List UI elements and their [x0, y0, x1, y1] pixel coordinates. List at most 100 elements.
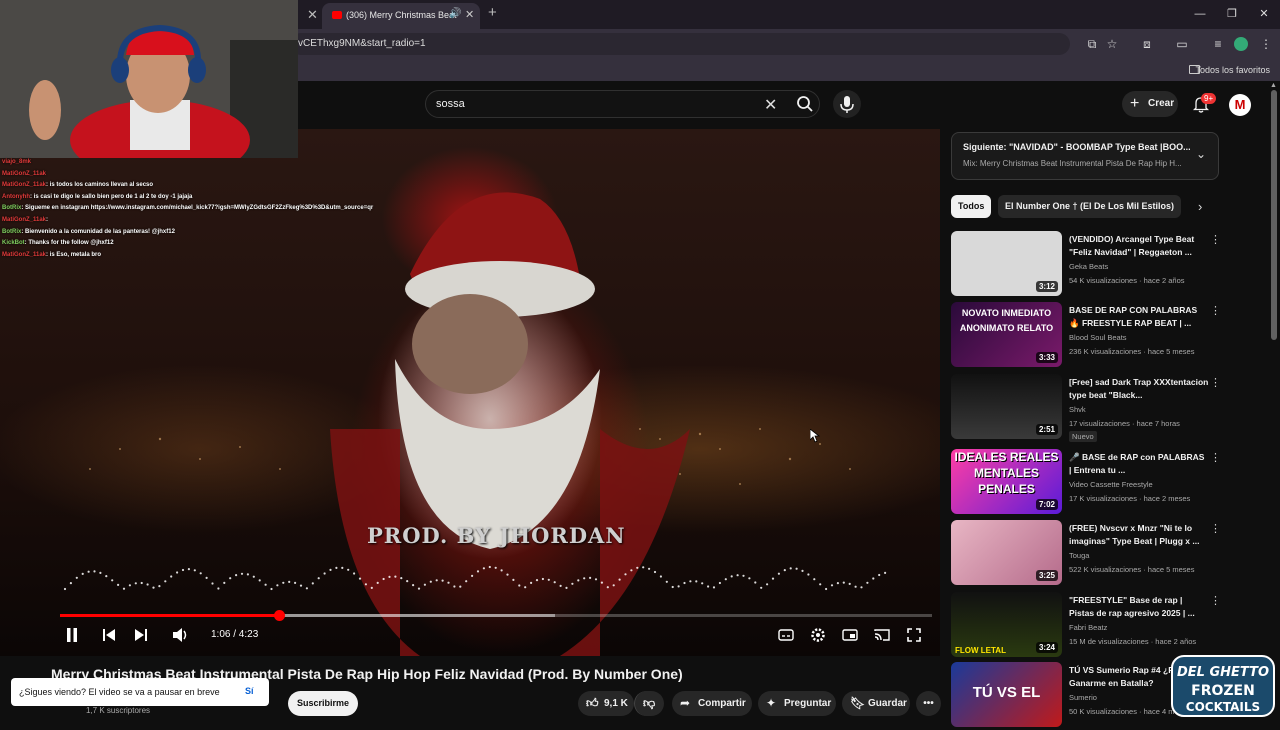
more-actions-button[interactable]: •••	[916, 691, 941, 716]
more-options-icon[interactable]: ⋮	[1210, 522, 1221, 535]
like-button[interactable]: 👍︎ 9,1 K	[578, 691, 634, 716]
recommendation-title[interactable]: (VENDIDO) Arcangel Type Beat "Feliz Navi…	[1069, 233, 1209, 259]
recommendation-item[interactable]: FLOW LETAL 3:24 "FREESTYLE" Base de rap | …	[951, 592, 1221, 660]
recommendation-channel[interactable]: Sumerio	[1069, 693, 1097, 702]
minimize-icon[interactable]: —	[1184, 0, 1216, 29]
chevron-right-icon[interactable]: ›	[1198, 199, 1202, 214]
up-next-title: Siguiente: "NAVIDAD" - BOOMBAP Type Beat…	[963, 142, 1191, 152]
toast-confirm-button[interactable]: Sí	[245, 686, 254, 696]
recommendation-item[interactable]: 2:51 [Free] sad Dark Trap XXXtentacion ty…	[951, 374, 1221, 442]
address-bar[interactable]: vCEThxg9NM&start_radio=1	[290, 33, 1070, 55]
close-window-icon[interactable]: ✕	[1248, 0, 1280, 29]
pause-icon[interactable]	[66, 627, 78, 643]
chat-text: : is Eso, metala bro	[46, 251, 102, 258]
youtube-favicon-icon	[332, 11, 342, 19]
recommendation-channel[interactable]: Touga	[1069, 551, 1089, 560]
create-button[interactable]: + Crear	[1122, 91, 1178, 117]
recommendation-title[interactable]: 🎤 BASE de RAP con PALABRAS | Entrena tu …	[1069, 451, 1209, 477]
search-icon[interactable]	[796, 95, 814, 113]
bookmark-star-icon[interactable]: ☆	[1104, 36, 1120, 52]
scroll-up-arrow-icon[interactable]: ▲	[1270, 82, 1277, 89]
ask-button[interactable]: ✦ Preguntar	[758, 691, 836, 716]
notification-badge: 9+	[1201, 93, 1217, 104]
recommendation-meta: 15 M de visualizaciones · hace 2 años	[1069, 637, 1197, 646]
all-bookmarks-link[interactable]: Todos los favoritos	[1195, 65, 1270, 75]
chevron-down-icon[interactable]: ⌄	[1196, 147, 1206, 161]
more-options-icon[interactable]: ⋮	[1210, 594, 1221, 607]
chip-artist[interactable]: El Number One † (El De Los Mil Estilos)	[998, 195, 1182, 218]
duration-badge: 3:33	[1035, 352, 1058, 363]
install-app-icon[interactable]: ⧉	[1084, 36, 1100, 52]
next-icon[interactable]	[134, 627, 148, 643]
chat-username: MatiGonZ_11ak	[2, 217, 47, 223]
sidepanel-icon[interactable]: ▭	[1174, 36, 1190, 52]
chat-username: MatiGonZ_11ak	[2, 251, 47, 258]
subtitles-icon[interactable]	[778, 627, 794, 643]
recommendation-channel[interactable]: Blood Soul Beats	[1069, 333, 1127, 342]
recommendation-channel[interactable]: Shvk	[1069, 405, 1086, 414]
new-tab-icon[interactable]: +	[488, 4, 497, 21]
more-options-icon[interactable]: ⋮	[1210, 376, 1221, 389]
subscribe-button[interactable]: Suscribirme	[288, 691, 358, 716]
close-active-tab-icon[interactable]: ✕	[465, 8, 474, 21]
miniplayer-icon[interactable]	[842, 627, 858, 643]
search-query: sossa	[436, 98, 465, 110]
recommendation-item[interactable]: IDEALES REALES MENTALES PENALES 7:02 🎤 BAS…	[951, 449, 1221, 517]
profile-icon[interactable]	[1234, 37, 1248, 51]
recommendation-thumbnail[interactable]: 3:12	[951, 231, 1062, 296]
previous-icon[interactable]	[102, 627, 116, 643]
restore-icon[interactable]: ❐	[1216, 0, 1248, 29]
avatar[interactable]: M	[1229, 94, 1251, 116]
thumbs-up-icon: 👍︎	[586, 696, 599, 710]
progress-bar[interactable]	[60, 610, 932, 621]
volume-icon[interactable]	[172, 627, 190, 643]
recommendation-title[interactable]: BASE DE RAP CON PALABRAS 🔥 FREESTYLE RAP…	[1069, 304, 1209, 330]
dislike-button[interactable]: 👎︎	[634, 691, 664, 716]
recommendation-thumbnail[interactable]: NOVATO INMEDIATO ANONIMATO RELATO 3:33	[951, 302, 1062, 367]
svg-text:FROZEN: FROZEN	[1191, 683, 1255, 699]
chat-username: BotRix	[2, 205, 22, 212]
recommendation-thumbnail[interactable]: IDEALES REALES MENTALES PENALES 7:02	[951, 449, 1062, 514]
more-options-icon[interactable]: ⋮	[1210, 451, 1221, 464]
recommendation-item[interactable]: NOVATO INMEDIATO ANONIMATO RELATO 3:33 BAS…	[951, 302, 1221, 370]
recommendation-title[interactable]: [Free] sad Dark Trap XXXtentacion type b…	[1069, 376, 1209, 402]
search-input[interactable]: sossa ✕	[425, 90, 820, 118]
recommendation-thumbnail[interactable]: 3:25	[951, 520, 1062, 585]
chip-all[interactable]: Todos	[951, 195, 992, 218]
recommendation-item[interactable]: 3:25 (FREE) Nvscvr x Mnzr "Ni te lo imagi…	[951, 520, 1221, 588]
recommendation-thumbnail[interactable]: TÚ VS EL	[951, 662, 1062, 727]
chat-text: : Thanks for the follow @jhxf12	[24, 240, 114, 247]
close-tab-icon[interactable]: ✕	[307, 7, 318, 23]
more-options-icon[interactable]: ⋮	[1210, 304, 1221, 317]
recommendation-title[interactable]: (FREE) Nvscvr x Mnzr "Ni te lo imaginas"…	[1069, 522, 1209, 548]
scrollbar[interactable]	[1271, 90, 1277, 340]
clear-search-icon[interactable]: ✕	[764, 95, 777, 115]
recommendation-thumbnail[interactable]: 2:51	[951, 374, 1062, 439]
menu-kebab-icon[interactable]: ⋮	[1258, 36, 1274, 52]
fullscreen-icon[interactable]	[906, 627, 922, 643]
up-next-panel[interactable]: Siguiente: "NAVIDAD" - BOOMBAP Type Beat…	[951, 132, 1219, 180]
recommendation-title[interactable]: "FREESTYLE" Base de rap | Pistas de rap …	[1069, 594, 1209, 620]
recommendation-channel[interactable]: Fabri Beatz	[1069, 623, 1107, 632]
active-tab[interactable]: (306) Merry Christmas Beat 🔊 ✕	[322, 3, 480, 29]
frozen-cocktails-logo: DEL GHETTO FROZEN COCKTAILS	[1171, 655, 1275, 717]
save-button[interactable]: 🔖︎ Guardar	[842, 691, 910, 716]
recommendation-meta: 17 K visualizaciones · hace 2 meses	[1069, 494, 1191, 503]
time-display: 1:06 / 4:23	[211, 629, 259, 640]
share-button[interactable]: ➦ Compartir	[672, 691, 752, 716]
scrubber-handle[interactable]	[273, 610, 285, 621]
recommendation-channel[interactable]: Video Cassette Freestyle	[1069, 480, 1153, 489]
recommendation-item[interactable]: 3:12 (VENDIDO) Arcangel Type Beat "Feliz …	[951, 231, 1221, 299]
recommendation-channel[interactable]: Geka Beats	[1069, 262, 1108, 271]
reading-list-icon[interactable]: ≡	[1210, 36, 1226, 52]
more-options-icon[interactable]: ⋮	[1210, 233, 1221, 246]
extensions-icon[interactable]: ⧈	[1139, 36, 1155, 52]
cast-icon[interactable]	[874, 627, 890, 643]
recommendation-thumbnail[interactable]: FLOW LETAL 3:24	[951, 592, 1062, 657]
chat-message: KickBot: Thanks for the follow @jhxf12	[2, 240, 114, 246]
mic-icon[interactable]	[833, 90, 861, 118]
chat-text: : is todos los caminos llevan al secso	[46, 182, 154, 189]
audio-playing-icon[interactable]: 🔊	[449, 8, 461, 19]
tab-title: (306) Merry Christmas Beat	[346, 10, 457, 20]
settings-gear-icon[interactable]	[810, 627, 826, 643]
